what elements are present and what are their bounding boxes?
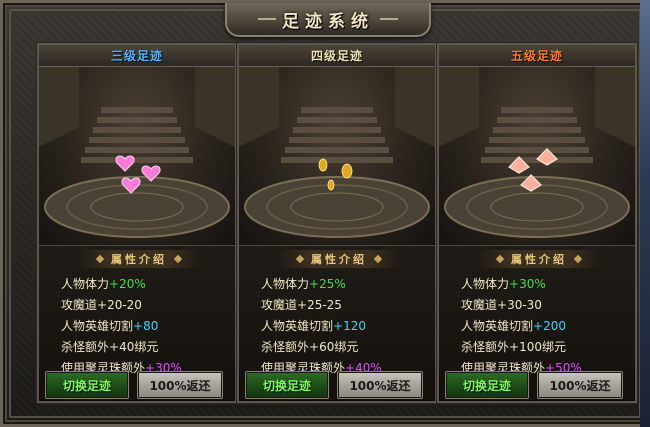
title-ornament-right (380, 18, 398, 20)
diamond-ornament-icon (173, 254, 183, 264)
attribute-list: 人物体力+20% 攻魔道+20-20 人物英雄切割+80 杀怪额外+40绑元 使… (61, 274, 233, 379)
diamond-ornament-icon (295, 254, 305, 264)
switch-footprint-button[interactable]: 切换足迹 (45, 371, 129, 399)
attribute-title: 属性介绍 (511, 253, 567, 266)
panel-title: 五级足迹 (510, 49, 563, 63)
footprint-system-window: 足迹系统 三级足迹 属性介绍 人物体力+20% 攻魔道+20-20 人物英雄切割… (0, 0, 650, 427)
attr-kill-bonus: 杀怪额外+100绑元 (461, 340, 566, 354)
attr-attack: 攻魔道+20-20 (61, 298, 142, 312)
background-edge (640, 0, 650, 427)
attr-cut: 人物英雄切割+200 (461, 319, 566, 333)
title-ornament-left (258, 18, 276, 20)
attribute-box: 属性介绍 人物体力+25% 攻魔道+25-25 人物英雄切割+120 杀怪额外+… (239, 245, 435, 375)
attribute-title: 属性介绍 (311, 253, 367, 266)
window-title-plate: 足迹系统 (225, 3, 431, 37)
diamond-ornament-icon (95, 254, 105, 264)
attr-cut: 人物英雄切割+80 (61, 319, 159, 333)
switch-footprint-button[interactable]: 切换足迹 (245, 371, 329, 399)
attribute-title: 属性介绍 (111, 253, 167, 266)
panel-header: 三级足迹 (39, 45, 235, 67)
attribute-box: 属性介绍 人物体力+30% 攻魔道+30-30 人物英雄切割+200 杀怪额外+… (439, 245, 635, 375)
attribute-list: 人物体力+30% 攻魔道+30-30 人物英雄切割+200 杀怪额外+100绑元… (461, 274, 633, 379)
attribute-header: 属性介绍 (79, 250, 199, 268)
diamond-ornament-icon (373, 254, 383, 264)
footprint-panel-tier4: 四级足迹 属性介绍 人物体力+25% 攻魔道+25-25 人物英雄切割+120 … (237, 43, 437, 403)
footprint-preview-scene (439, 67, 635, 245)
attr-kill-bonus: 杀怪额外+60绑元 (261, 340, 359, 354)
refund-button[interactable]: 100%返还 (337, 371, 423, 399)
attribute-header: 属性介绍 (279, 250, 399, 268)
attr-cut: 人物英雄切割+120 (261, 319, 366, 333)
refund-button[interactable]: 100%返还 (137, 371, 223, 399)
panel-header: 五级足迹 (439, 45, 635, 67)
panel-header: 四级足迹 (239, 45, 435, 67)
panel-title: 四级足迹 (310, 49, 363, 63)
footprint-preview-scene (239, 67, 435, 245)
refund-button[interactable]: 100%返还 (537, 371, 623, 399)
attr-stamina: 人物体力+25% (261, 277, 346, 291)
attr-attack: 攻魔道+30-30 (461, 298, 542, 312)
attr-attack: 攻魔道+25-25 (261, 298, 342, 312)
footprint-panel-tier5: 五级足迹 属性介绍 人物体力+30% 攻魔道+30-30 人物英雄切割+200 … (437, 43, 637, 403)
footprint-preview-scene (39, 67, 235, 245)
window-title: 足迹系统 (282, 11, 374, 32)
switch-footprint-button[interactable]: 切换足迹 (445, 371, 529, 399)
attribute-box: 属性介绍 人物体力+20% 攻魔道+20-20 人物英雄切割+80 杀怪额外+4… (39, 245, 235, 375)
diamond-ornament-icon (573, 254, 583, 264)
attr-kill-bonus: 杀怪额外+40绑元 (61, 340, 159, 354)
footprint-panel-tier3: 三级足迹 属性介绍 人物体力+20% 攻魔道+20-20 人物英雄切割+80 杀… (37, 43, 237, 403)
panel-title: 三级足迹 (110, 49, 163, 63)
attr-stamina: 人物体力+30% (461, 277, 546, 291)
diamond-ornament-icon (495, 254, 505, 264)
attr-stamina: 人物体力+20% (61, 277, 146, 291)
attribute-header: 属性介绍 (479, 250, 599, 268)
attribute-list: 人物体力+25% 攻魔道+25-25 人物英雄切割+120 杀怪额外+60绑元 … (261, 274, 433, 379)
